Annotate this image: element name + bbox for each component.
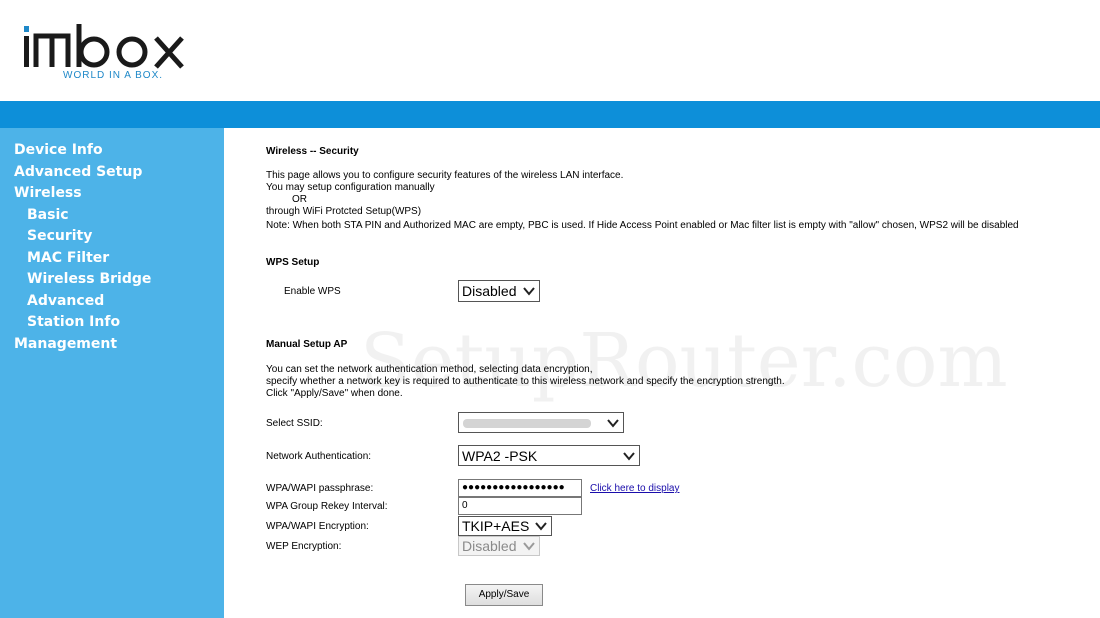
nav-station-info[interactable]: Station Info: [0, 312, 224, 334]
intro-line-or: OR: [292, 194, 307, 205]
encryption-label: WPA/WAPI Encryption:: [266, 521, 369, 532]
manual-desc-1: You can set the network authentication m…: [266, 364, 593, 375]
auth-label: Network Authentication:: [266, 451, 372, 462]
top-banner: [0, 101, 1100, 128]
header: WORLD IN A BOX.: [0, 0, 1100, 101]
wep-select[interactable]: Disabled: [458, 536, 540, 556]
enable-wps-select[interactable]: Disabled: [458, 280, 540, 302]
passphrase-input[interactable]: ●●●●●●●●●●●●●●●●●: [458, 479, 582, 497]
rekey-label: WPA Group Rekey Interval:: [266, 501, 388, 512]
logo-mark: [24, 24, 184, 69]
wep-label: WEP Encryption:: [266, 541, 342, 552]
nav-mac-filter[interactable]: MAC Filter: [0, 248, 224, 270]
encryption-select[interactable]: TKIP+AES: [458, 516, 552, 536]
page-title: Wireless -- Security: [266, 146, 359, 157]
enable-wps-value: Disabled: [462, 283, 517, 299]
wps-section-title: WPS Setup: [266, 257, 320, 268]
manual-desc-2: specify whether a network key is require…: [266, 376, 785, 387]
chevron-down-icon: [523, 287, 535, 296]
auth-select[interactable]: WPA2 -PSK: [458, 445, 640, 466]
intro-line-1: This page allows you to configure securi…: [266, 170, 624, 181]
rekey-input[interactable]: 0: [458, 497, 582, 515]
chevron-down-icon: [607, 419, 619, 428]
intro-line-2: You may setup configuration manually: [266, 182, 435, 193]
nav-wireless-basic[interactable]: Basic: [0, 205, 224, 227]
nav-wireless[interactable]: Wireless: [0, 183, 224, 205]
encryption-value: TKIP+AES: [462, 518, 530, 534]
sidebar: Device Info Advanced Setup Wireless Basi…: [0, 128, 224, 618]
auth-value: WPA2 -PSK: [462, 448, 538, 464]
intro-line-3: through WiFi Protcted Setup(WPS): [266, 206, 422, 217]
nav-wireless-security[interactable]: Security: [0, 226, 224, 248]
intro-note: Note: When both STA PIN and Authorized M…: [266, 220, 1019, 231]
ssid-label: Select SSID:: [266, 418, 323, 429]
manual-desc-3: Click "Apply/Save" when done.: [266, 388, 403, 399]
apply-save-button[interactable]: Apply/Save: [465, 584, 543, 606]
nav-management[interactable]: Management: [0, 334, 224, 356]
chevron-down-icon: [535, 522, 547, 531]
main-content: Wireless -- Security This page allows yo…: [266, 128, 1096, 618]
nav-advanced-setup[interactable]: Advanced Setup: [0, 162, 224, 184]
enable-wps-label: Enable WPS: [284, 286, 341, 297]
nav-wireless-bridge[interactable]: Wireless Bridge: [0, 269, 224, 291]
show-passphrase-link[interactable]: Click here to display: [590, 483, 679, 494]
manual-section-title: Manual Setup AP: [266, 339, 348, 350]
chevron-down-icon: [623, 452, 635, 461]
chevron-down-icon: [523, 542, 535, 551]
nav-device-info[interactable]: Device Info: [0, 140, 224, 162]
passphrase-label: WPA/WAPI passphrase:: [266, 483, 374, 494]
ssid-value-blurred: [463, 419, 591, 428]
brand-tagline: WORLD IN A BOX.: [63, 70, 164, 81]
nav-wireless-advanced[interactable]: Advanced: [0, 291, 224, 313]
ssid-select[interactable]: [458, 412, 624, 433]
wep-value: Disabled: [462, 538, 517, 554]
